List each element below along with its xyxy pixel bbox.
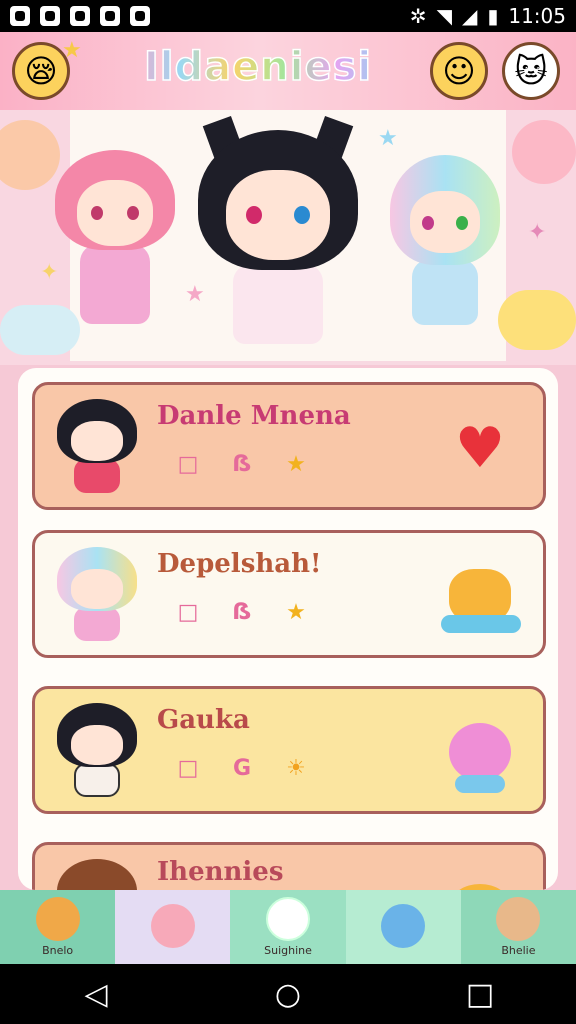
home-icon[interactable]: ○ (258, 977, 318, 1012)
boy-tab-icon (496, 897, 541, 941)
character-name: Gauka (157, 705, 250, 735)
meta-item: ★ (286, 599, 306, 625)
meta-item: ☀ (286, 755, 306, 781)
ghost-tab-icon (266, 897, 310, 941)
vibrate-icon: ✲ (409, 4, 427, 28)
chat-icon (70, 6, 90, 26)
bottom-tab-bar: Bnelo Suighine Bhelie (0, 890, 576, 964)
photo-icon (10, 6, 30, 26)
pastel-hair-character (390, 155, 500, 325)
meta-item: ẞ (232, 599, 252, 625)
back-icon[interactable]: ◁ (66, 977, 126, 1012)
tab-balloons[interactable] (345, 890, 461, 964)
card-meta: □ ẞ ★ (175, 599, 309, 625)
star-deco-icon: ★ (185, 282, 205, 307)
signal-icon: ◢ (461, 4, 478, 28)
avatar (49, 547, 145, 647)
gallery-icon (40, 6, 60, 26)
game-icon (130, 6, 150, 26)
system-nav-bar: ◁ ○ □ (0, 964, 576, 1024)
sparkle-deco-icon: ✦ (528, 220, 547, 245)
list-item[interactable]: Gauka □ G ☀ (32, 686, 546, 814)
list-item[interactable]: Ihennies (32, 842, 546, 890)
tab-girl[interactable] (115, 890, 231, 964)
app-header: 😪 ★ Ildaeniesi ☺ 🐱 (0, 32, 576, 110)
card-meta: □ G ☀ (175, 755, 309, 781)
recents-icon[interactable]: □ (450, 977, 510, 1012)
battery-icon: ▮ (487, 4, 499, 28)
hero-banner: ★ ★ ✦ ✦ (0, 110, 576, 365)
meta-item: ★ (286, 451, 306, 477)
tab-label: Bnelo (42, 944, 74, 957)
girl-tab-icon (150, 903, 195, 948)
card-meta: □ ẞ ★ (175, 451, 309, 477)
pink-hair-character (55, 150, 175, 324)
plush-icon[interactable] (437, 709, 523, 795)
avatar (49, 399, 145, 499)
wifi-icon: ◥ (436, 4, 452, 28)
balloons-tab-icon (381, 903, 426, 948)
meta-item: □ (177, 755, 199, 781)
smile-face-icon[interactable]: ☺ (430, 42, 488, 100)
cat-tab-icon (35, 897, 80, 941)
status-bar: ✲ ◥ ◢ ▮ 11:05 (0, 0, 576, 32)
tab-ghost[interactable]: Suighine (230, 890, 346, 964)
happy-cloud-icon (498, 290, 576, 350)
character-name: Danle Mnena (157, 401, 351, 431)
star-icon: ★ (62, 38, 82, 63)
star-deco-icon: ✦ (40, 260, 59, 285)
meta-item: □ (177, 599, 199, 625)
record-icon (100, 6, 120, 26)
star-deco-icon: ★ (378, 126, 398, 151)
tab-label: Bhelie (501, 944, 536, 957)
cat-face-icon[interactable]: 🐱 (502, 42, 560, 100)
tab-label: Suighine (264, 944, 312, 957)
heart-bubble-icon (512, 120, 576, 184)
meta-item: G (232, 755, 252, 781)
character-list: Danle Mnena □ ẞ ★ ♥ Depelshah! □ ẞ ★ Gau… (18, 368, 558, 890)
list-item[interactable]: Danle Mnena □ ẞ ★ ♥ (32, 382, 546, 510)
app-title: Ildaeniesi (128, 40, 388, 94)
heart-icon[interactable]: ♥ (437, 405, 523, 491)
toy-icon[interactable] (437, 553, 523, 639)
meta-item: ẞ (232, 451, 252, 477)
meta-item: □ (177, 451, 199, 477)
clock: 11:05 (508, 4, 566, 28)
tab-cat[interactable]: Bnelo (0, 890, 116, 964)
tab-boy[interactable]: Bhelie (460, 890, 576, 964)
avatar (49, 703, 145, 803)
character-name: Depelshah! (157, 549, 322, 579)
cookie-icon[interactable] (437, 861, 523, 890)
cat-ear-character (198, 115, 358, 344)
character-name: Ihennies (157, 857, 284, 887)
list-item[interactable]: Depelshah! □ ẞ ★ (32, 530, 546, 658)
avatar (49, 859, 145, 890)
